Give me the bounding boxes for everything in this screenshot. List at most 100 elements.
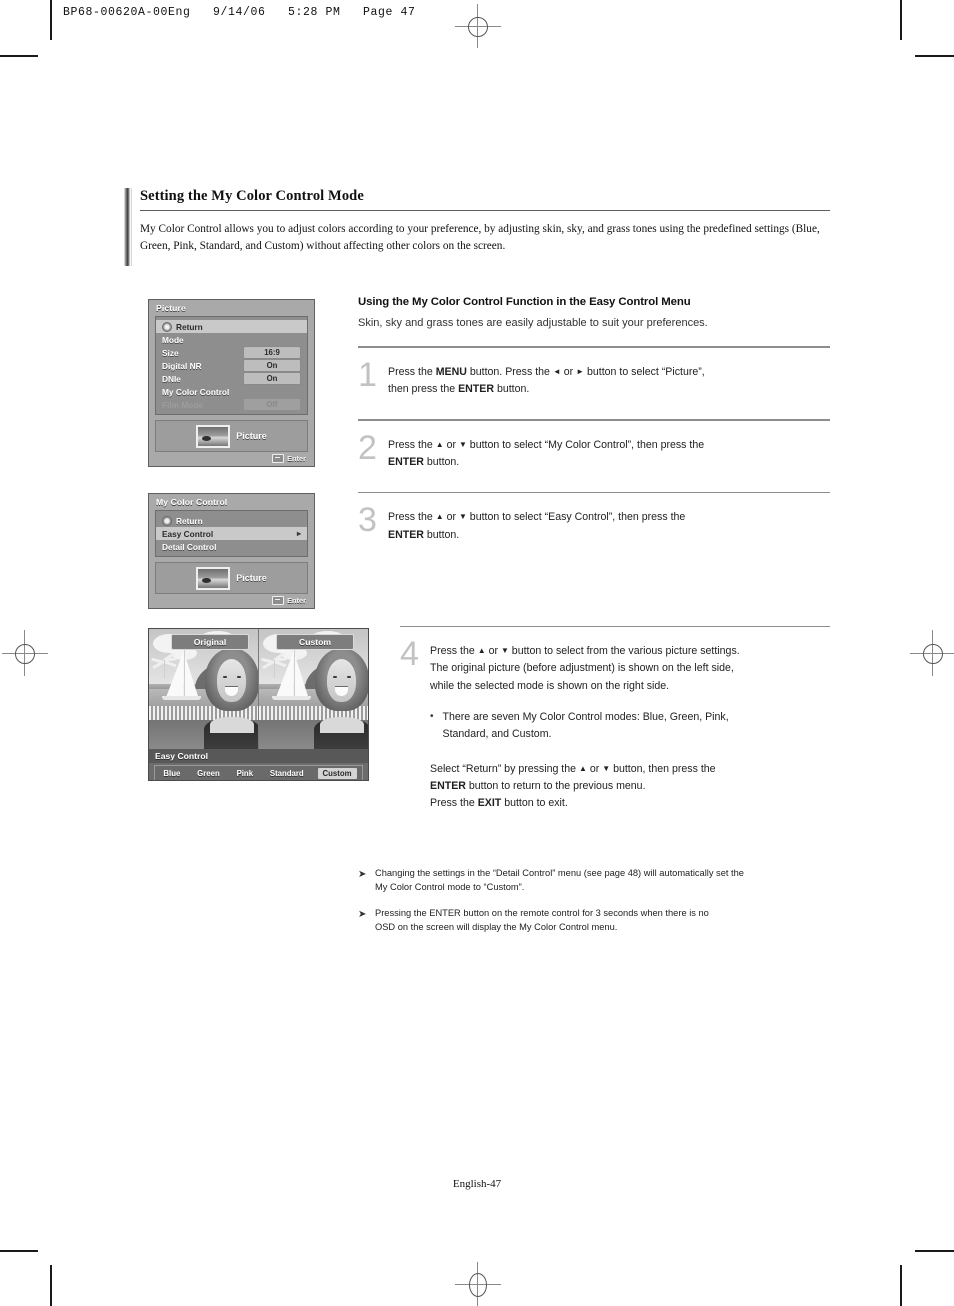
arrow-down-icon: ▼ [458,512,467,522]
step-text-fragment: Press the [388,365,436,378]
step-text-fragment: Press the [388,511,436,524]
step-text-fragment: while the selected mode is shown on the … [430,679,670,692]
osd-row-label: Return [176,515,203,526]
registration-mark-left [2,630,48,676]
osd-picture-title: Picture [156,303,186,313]
page-footer: English-47 [452,1178,502,1190]
step-number: 3 [358,501,377,540]
step-bold-enter: ENTER [458,382,494,395]
step-bold-menu: MENU [435,365,467,378]
osd-row-label: Size [162,347,179,358]
print-job-header: BP68-00620A-00Eng 9/14/06 5:28 PM Page 4… [63,6,416,19]
step-3: 3 Press the ▲ or ▼ button to select “Eas… [358,503,830,543]
tv-picture-custom: Custom [258,629,368,749]
step-text-fragment: button. [423,455,460,468]
step-text: Press the MENU button. Press the ◄ or ► … [388,358,705,398]
step-bold-enter: ENTER [430,780,466,793]
step-text-fragment: or [485,645,501,658]
step-text-fragment: or [560,365,577,378]
return-bullet-icon [162,321,172,332]
arrow-up-icon: ▲ [435,512,444,522]
crop-mark-bottom-right-h [915,1250,954,1252]
osd-row-my-color-control[interactable]: My Color Control [156,385,307,398]
chevron-right-icon: ▸ [296,529,301,538]
osd-row-detail-control[interactable]: Detail Control [156,540,307,553]
step-4-tail-text: Select “Return” by pressing the ▲ or ▼ b… [430,761,830,812]
osd-row-label: My Color Control [162,386,230,397]
step-divider [358,418,830,421]
crop-mark-bottom-left-h [0,1250,38,1252]
note-marker-icon: ➤ [358,868,367,880]
osd-my-color-control-menu: My Color Control Return Easy Control ▸ D… [148,493,315,609]
bullet-text: There are seven My Color Control modes: … [443,709,729,743]
osd-row-digital-nr[interactable]: Digital NR On [156,359,307,372]
smile-region [335,686,349,697]
step-text-fragment: button to return to the previous menu. [465,780,646,793]
face-region [327,659,357,702]
step-text: Press the ▲ or ▼ button to select “Easy … [388,503,685,543]
step-divider [358,346,830,348]
bullet-line: Standard, and Custom. [442,727,552,740]
osd-row-label: Mode [162,334,184,345]
step-bold-exit: EXIT [477,797,502,810]
osd-row-size[interactable]: Size 16:9 [156,346,307,359]
arrow-down-icon: ▼ [458,439,467,449]
step-text-fragment: Press the [430,645,478,658]
note-text: Changing the settings in the “Detail Con… [375,867,744,895]
step-bold-enter: ENTER [388,528,424,541]
registration-mark-top [455,4,501,48]
instructions-column: Using the My Color Control Function in t… [358,296,830,935]
step-text: Press the ▲ or ▼ button to select “My Co… [388,431,704,471]
arrow-right-icon: ► [576,366,585,376]
crop-mark-bottom-left-v [50,1265,52,1306]
osd-row-mode[interactable]: Mode [156,333,307,346]
return-bullet-icon [162,515,172,526]
osd-mycolor-list: Return Easy Control ▸ Detail Control [155,510,308,557]
step-text: Press the ▲ or ▼ button to select from t… [430,637,740,694]
section-intro-text: My Color Control allows you to adjust co… [140,223,820,252]
osd-row-label: DNIe [162,373,181,384]
crop-mark-top-right-v [900,0,902,40]
osd-row-label: Easy Control [162,528,214,539]
step-text-fragment: button to select “Picture”, [584,365,705,378]
enter-hint-label: Enter [287,596,306,605]
step-text-fragment: then press the [388,382,459,395]
sailboat-mast [293,648,295,699]
mode-option-green[interactable]: Green [194,769,223,778]
step-2: 2 Press the ▲ or ▼ button to select “My … [358,431,830,471]
step-text-fragment: button. Press the [466,365,553,378]
step-number: 2 [358,428,377,467]
mode-option-standard[interactable]: Standard [267,769,307,778]
step-text-fragment: or [443,438,459,451]
step-divider [358,491,830,494]
step-text-fragment: Press the [430,797,478,810]
step-bold-enter: ENTER [388,455,424,468]
mode-option-pink[interactable]: Pink [234,769,256,778]
osd-row-dnie[interactable]: DNIe On [156,372,307,385]
osd-row-film-mode: Film Mode Off [156,398,307,411]
note-line: OSD on the screen will display the My Co… [375,922,618,933]
osd-mycolor-title: My Color Control [156,497,228,507]
bullet-icon: • [430,710,434,722]
osd-row-return[interactable]: Return [156,320,307,333]
arrow-up-icon: ▲ [477,646,486,656]
mode-option-custom[interactable]: Custom [317,767,357,779]
step-divider [400,625,830,628]
easy-control-panel-title: Easy Control [149,749,368,763]
enter-hint-label: Enter [287,454,306,463]
osd-row-easy-control[interactable]: Easy Control ▸ [156,527,307,540]
step-4-bullet: • There are seven My Color Control modes… [400,709,830,743]
tv-icon [196,424,231,448]
bullet-line: There are seven My Color Control modes: … [442,710,729,723]
osd-row-value: On [243,372,301,385]
arrow-down-icon: ▼ [602,764,611,774]
sailboat-mast [183,648,185,699]
note-line: Pressing the ENTER button on the remote … [375,908,709,919]
note-2: ➤ Pressing the ENTER button on the remot… [358,907,830,935]
osd-row-return[interactable]: Return [156,514,307,527]
mode-option-blue[interactable]: Blue [160,769,183,778]
arrow-up-icon: ▲ [578,764,587,774]
osd-mycolor-footer: Picture [155,562,308,594]
step-text-fragment: button to exit. [501,797,568,810]
palm-tree-icon [261,651,288,684]
